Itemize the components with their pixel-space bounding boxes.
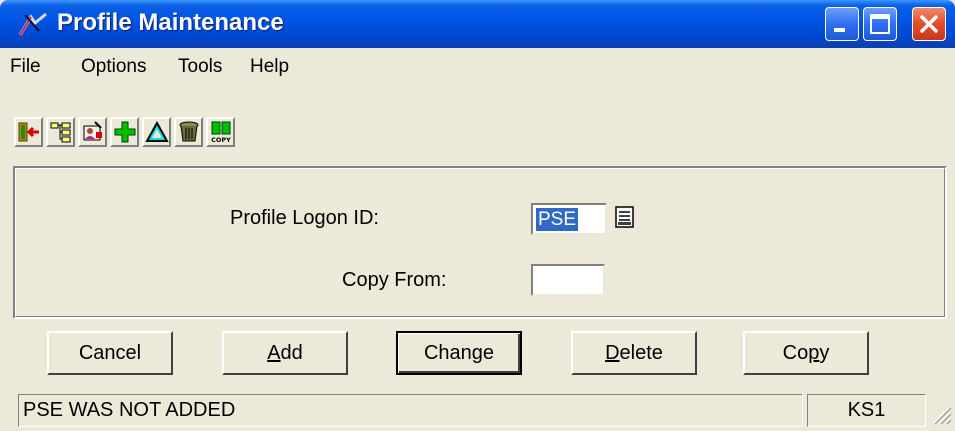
resize-grip-icon[interactable]	[928, 401, 952, 427]
copy-from-input[interactable]	[531, 264, 605, 296]
change-button-label: Change	[423, 342, 495, 364]
profile-button[interactable]	[78, 117, 107, 147]
maximize-button[interactable]	[863, 7, 897, 41]
copy-icon: COPY	[211, 121, 231, 144]
copy-from-label: Copy From:	[342, 269, 447, 291]
copy-button[interactable]: Copy	[743, 331, 869, 375]
copy-button-label-start: Co	[782, 342, 809, 364]
change-triangle-icon	[145, 120, 169, 142]
copy-button-label-end: y	[819, 342, 830, 364]
menu-file[interactable]: File	[10, 56, 41, 78]
profile-logon-id-value: PSE	[536, 208, 579, 231]
tree-structure-icon	[50, 122, 71, 143]
form-panel	[13, 166, 947, 319]
trash-can-icon	[179, 121, 199, 142]
copy-toolbar-button[interactable]: COPY	[206, 117, 235, 147]
profile-logon-id-label: Profile Logon ID:	[230, 207, 379, 229]
toolbar: COPY	[0, 85, 955, 163]
delete-button-mnemonic: D	[605, 342, 620, 364]
delete-toolbar-button[interactable]	[174, 117, 203, 147]
delete-button-label: elete	[619, 342, 663, 364]
copy-icon-text: COPY	[211, 136, 231, 144]
menu-bar: File Options Tools Help	[0, 48, 955, 85]
app-logo-icon	[18, 12, 47, 36]
cancel-button-label: Cancel	[78, 342, 142, 364]
window-title: Profile Maintenance	[57, 9, 284, 36]
menu-help[interactable]: Help	[250, 56, 289, 78]
add-button[interactable]: Add	[222, 331, 348, 375]
add-toolbar-button[interactable]	[110, 117, 139, 147]
change-button[interactable]: Change	[396, 331, 522, 375]
close-icon	[920, 15, 938, 33]
menu-tools[interactable]: Tools	[178, 56, 222, 78]
structure-button[interactable]	[46, 117, 75, 147]
status-code: KS1	[807, 394, 926, 427]
copy-button-mnemonic: p	[808, 342, 820, 364]
exit-door-icon	[18, 122, 39, 142]
add-button-label: dd	[280, 342, 303, 364]
change-toolbar-button[interactable]	[142, 117, 171, 147]
close-button[interactable]	[912, 7, 946, 41]
minimize-icon	[834, 28, 845, 32]
profile-logon-id-input[interactable]: PSE	[531, 203, 607, 235]
profile-edit-icon	[83, 121, 102, 141]
minimize-button[interactable]	[825, 7, 859, 41]
title-bar[interactable]: Profile Maintenance	[0, 0, 955, 48]
cancel-button[interactable]: Cancel	[47, 331, 173, 375]
list-lookup-icon	[615, 206, 634, 228]
delete-button[interactable]: Delete	[571, 331, 697, 375]
menu-options[interactable]: Options	[81, 56, 146, 78]
maximize-icon	[870, 14, 890, 34]
exit-button[interactable]	[14, 117, 43, 147]
profile-maintenance-window: Profile Maintenance File Options Tools H…	[0, 0, 955, 431]
status-message: PSE WAS NOT ADDED	[18, 394, 803, 427]
logon-lookup-button[interactable]	[613, 205, 637, 229]
add-plus-icon	[114, 121, 136, 143]
add-button-mnemonic: A	[267, 342, 281, 364]
